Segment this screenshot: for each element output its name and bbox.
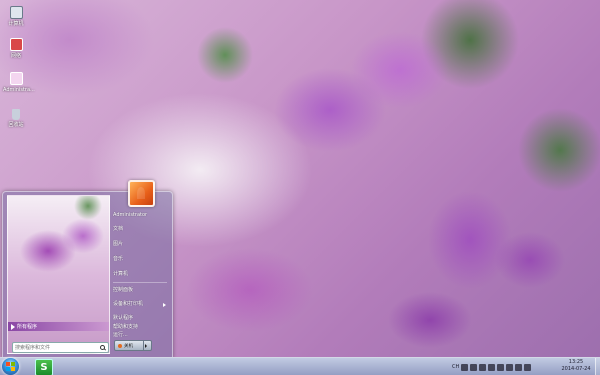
clock[interactable]: 13:25 2014-07-24 — [559, 359, 593, 373]
start-item-default-programs[interactable]: 默认程序 — [113, 314, 133, 323]
tray-app-icon[interactable] — [488, 363, 496, 371]
shutdown-label: 关机 — [124, 343, 133, 349]
volume-icon[interactable] — [524, 363, 532, 371]
network-icon — [9, 38, 23, 51]
power-icon — [118, 343, 122, 348]
start-menu: 所有程序 Administrator 文档 图片 音乐 计算机 控制面板 设备和… — [2, 180, 173, 357]
desktop-icon-user-folder[interactable]: Administra... — [3, 72, 35, 93]
desktop-icon-label: 计算机 — [8, 21, 24, 27]
clock-time: 13:25 — [568, 359, 584, 365]
clock-date: 2014-07-24 — [561, 366, 591, 372]
taskbar-app-button[interactable]: S — [35, 359, 53, 375]
shutdown-options-icon[interactable] — [143, 341, 151, 350]
shutdown-button[interactable]: 关机 — [114, 340, 152, 351]
user-folder-icon — [9, 72, 23, 85]
search-icon[interactable] — [100, 345, 105, 350]
avatar-image — [137, 187, 145, 199]
tray-app-icon[interactable] — [497, 363, 505, 371]
start-search-input[interactable] — [15, 343, 95, 352]
start-item-pictures[interactable]: 图片 — [113, 240, 123, 249]
desktop-icon-network[interactable]: 网络 — [3, 38, 29, 59]
start-item-control-panel[interactable]: 控制面板 — [113, 286, 133, 295]
desktop-icon-recycle-bin[interactable]: 回收站 — [3, 109, 29, 128]
start-menu-left-pane: 所有程序 — [7, 195, 110, 354]
start-item-documents[interactable]: 文档 — [113, 225, 123, 234]
recycle-bin-icon — [12, 109, 20, 120]
arrow-right-icon — [11, 323, 15, 330]
start-button[interactable] — [2, 358, 19, 375]
user-avatar[interactable] — [128, 180, 155, 207]
start-item-music[interactable]: 音乐 — [113, 255, 123, 264]
taskbar: S CH 13:25 2014-07-24 — [0, 357, 600, 375]
system-tray: CH — [452, 360, 532, 374]
start-search-box[interactable] — [12, 342, 109, 353]
desktop-icon-label: 网络 — [10, 53, 21, 59]
network-icon[interactable] — [515, 363, 523, 371]
desktop-icon-label: 回收站 — [8, 122, 24, 128]
divider — [113, 282, 167, 283]
desktop-wallpaper: 计算机 网络 Administra... 回收站 所有程序 Administra… — [0, 0, 600, 357]
tray-app-icon[interactable] — [470, 363, 478, 371]
all-programs-button[interactable]: 所有程序 — [8, 322, 109, 331]
start-item-computer[interactable]: 计算机 — [113, 270, 128, 279]
start-item-user[interactable]: Administrator — [113, 211, 147, 220]
all-programs-label: 所有程序 — [17, 324, 38, 330]
desktop-icon-computer[interactable]: 计算机 — [3, 6, 29, 27]
start-item-run[interactable]: 运行... — [113, 331, 128, 340]
computer-icon — [9, 6, 23, 19]
submenu-arrow-icon — [163, 303, 166, 307]
desktop-icon-label: Administra... — [3, 87, 35, 93]
windows-logo-icon — [6, 362, 15, 371]
tray-app-icon[interactable] — [461, 363, 469, 371]
show-desktop-button[interactable] — [595, 358, 600, 375]
input-language-indicator[interactable]: CH — [452, 364, 459, 370]
start-item-devices[interactable]: 设备和打印机 — [113, 300, 143, 309]
tray-app-icon[interactable] — [479, 363, 487, 371]
tray-app-icon[interactable] — [506, 363, 514, 371]
